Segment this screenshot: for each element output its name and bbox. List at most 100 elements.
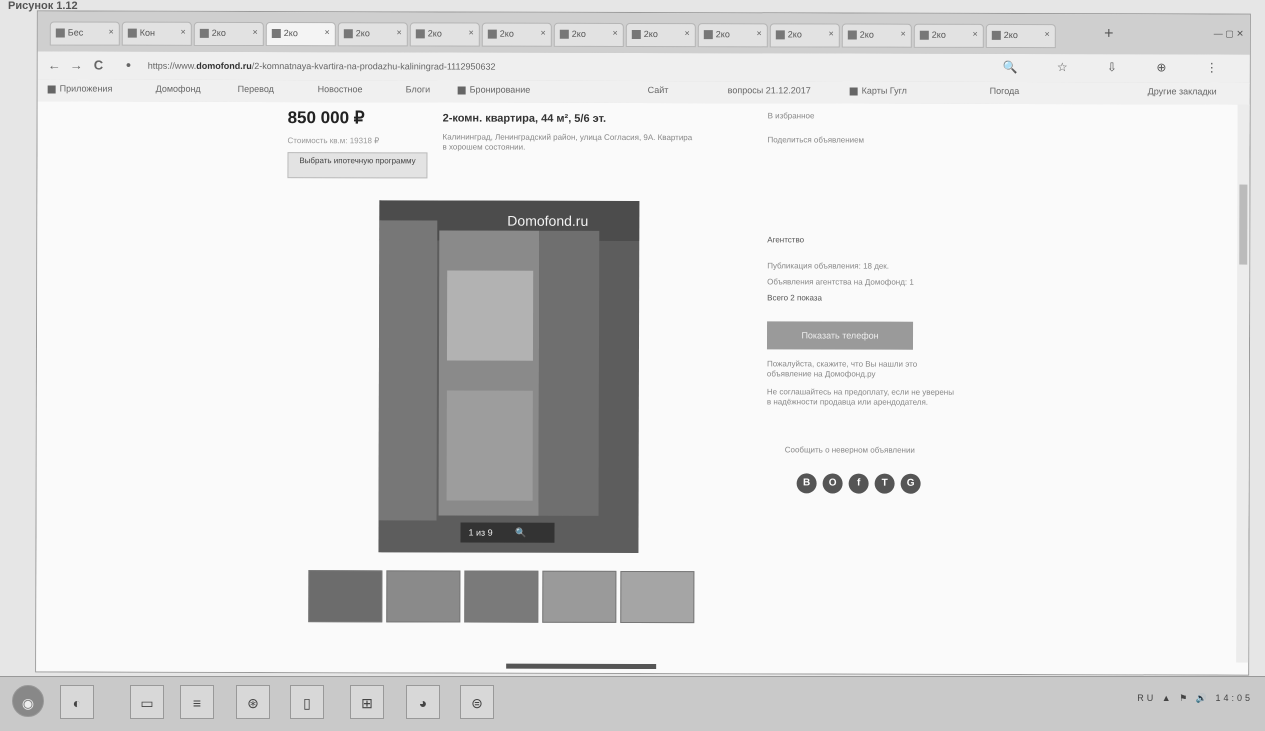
browser-tab[interactable]: 2ко× xyxy=(194,22,264,46)
bookmark-item[interactable]: Бронирование xyxy=(458,85,531,95)
browser-tab[interactable]: Бес× xyxy=(50,21,120,45)
address-bar-row: ← → C ● https://www.domofond.ru/2-komnat… xyxy=(38,51,1250,83)
favicon-icon xyxy=(128,29,137,38)
close-icon[interactable]: × xyxy=(613,28,618,38)
close-icon[interactable]: × xyxy=(901,29,906,39)
system-tray[interactable]: RU ▲ ⚑ 🔊 14:05 xyxy=(1137,693,1253,704)
listing-title: 2-комн. квартира, 44 м², 5/6 эт. xyxy=(443,112,607,124)
close-icon[interactable]: × xyxy=(181,27,186,37)
start-button[interactable]: ◉ xyxy=(12,685,44,717)
close-icon[interactable]: × xyxy=(253,27,258,37)
favicon-icon xyxy=(776,30,785,39)
contact-sidebar: В избранное Поделиться объявлением Агент… xyxy=(758,103,1018,104)
chrome-icon[interactable]: ◕ xyxy=(406,685,440,719)
scrollbar-thumb[interactable] xyxy=(1239,185,1247,265)
favicon-icon xyxy=(272,29,281,38)
close-icon[interactable]: × xyxy=(685,28,690,38)
browser-tab[interactable]: 2ко× xyxy=(698,23,768,47)
bookmark-item[interactable]: Погода xyxy=(990,86,1020,96)
bookmark-item[interactable]: Карты Гугл xyxy=(850,86,907,96)
vk-icon[interactable]: В xyxy=(797,473,817,493)
mortgage-button[interactable]: Выбрать ипотечную программу xyxy=(287,152,427,178)
bookmark-item[interactable]: Сайт xyxy=(648,85,669,95)
view-count: Всего 2 показа xyxy=(767,293,822,302)
browser-tab[interactable]: 2ко× xyxy=(554,23,624,47)
favicon-icon xyxy=(344,29,353,38)
bookmark-item[interactable]: Домофонд xyxy=(156,84,201,94)
bookmark-item[interactable]: вопросы 21.12.2017 xyxy=(728,85,811,95)
photo-watermark: Domofond.ru xyxy=(507,213,588,229)
favorites-link[interactable]: В избранное xyxy=(768,111,815,120)
favicon-icon xyxy=(56,28,65,37)
url-input[interactable]: https://www.domofond.ru/2-komnatnaya-kva… xyxy=(148,57,668,76)
report-listing-link[interactable]: Сообщить о неверном объявлении xyxy=(785,445,915,454)
toolbar-icons[interactable]: 🔍 ☆ ⇩ ⊕ ⋮ xyxy=(1003,60,1236,75)
google-icon[interactable]: G xyxy=(901,474,921,494)
owner-label: Агентство xyxy=(767,235,804,244)
other-listings-link[interactable]: Объявления агентства на Домофонд: 1 xyxy=(767,277,914,286)
back-button[interactable]: ← xyxy=(48,57,61,72)
photo-counter: 1 из 9 xyxy=(468,528,492,538)
photo-thumbnail[interactable] xyxy=(464,571,538,623)
bookmark-item[interactable]: Другие закладки xyxy=(1148,86,1217,96)
vertical-scrollbar[interactable] xyxy=(1236,105,1249,663)
browser-tab[interactable]: Кон× xyxy=(122,22,192,46)
browser-tab[interactable]: 2ко× xyxy=(410,22,480,46)
bookmark-item[interactable]: Приложения xyxy=(48,83,113,93)
favicon-icon xyxy=(416,29,425,38)
close-icon[interactable]: × xyxy=(469,28,474,38)
close-icon[interactable]: × xyxy=(109,27,114,37)
browser-window: Бес× Кон× 2ко× 2ко× 2ко× 2ко× 2ко× 2ко× … xyxy=(35,10,1251,675)
taskbar-app-icon[interactable]: ⊜ xyxy=(460,685,494,719)
taskbar-app-icon[interactable]: ▯ xyxy=(290,685,324,719)
share-link[interactable]: Поделиться объявлением xyxy=(768,135,865,144)
browser-tab[interactable]: 2ко× xyxy=(338,22,408,46)
show-phone-button[interactable]: Показать телефон xyxy=(767,321,913,349)
taskbar-app-icon[interactable]: ◐ xyxy=(60,685,94,719)
ok-icon[interactable]: О xyxy=(823,473,843,493)
secure-icon: ● xyxy=(126,60,131,70)
close-icon[interactable]: × xyxy=(757,28,762,38)
new-tab-button[interactable]: + xyxy=(1098,26,1120,44)
reload-button[interactable]: C xyxy=(94,58,103,73)
price-per-meter: Стоимость кв.м: 19318 ₽ xyxy=(288,136,380,145)
taskbar-app-icon[interactable]: ⊛ xyxy=(236,685,270,719)
browser-tab[interactable]: 2ко× xyxy=(482,23,552,47)
tab-strip: Бес× Кон× 2ко× 2ко× 2ко× 2ко× 2ко× 2ко× … xyxy=(38,11,1250,55)
taskbar: ◉ ◐ ▭ ≡ ⊛ ▯ ⊞ ◕ ⊜ RU ▲ ⚑ 🔊 14:05 xyxy=(0,676,1265,731)
close-icon[interactable]: × xyxy=(325,27,330,37)
browser-tab[interactable]: 2ко× xyxy=(842,24,912,48)
photo-thumbnail[interactable] xyxy=(542,571,616,623)
taskbar-app-icon[interactable]: ▭ xyxy=(130,685,164,719)
photo-thumbnail[interactable] xyxy=(620,571,694,623)
safety-note: Не соглашайтесь на предоплату, если не у… xyxy=(767,387,957,407)
close-icon[interactable]: × xyxy=(397,27,402,37)
bookmark-item[interactable]: Новостное xyxy=(318,84,363,94)
horizontal-scrollbar[interactable] xyxy=(506,664,656,669)
browser-tab[interactable]: 2ко× xyxy=(986,24,1056,48)
photo-thumbnail[interactable] xyxy=(308,570,382,622)
close-icon[interactable]: × xyxy=(541,28,546,38)
window-controls[interactable]: — ▢ ✕ xyxy=(1214,28,1244,39)
browser-tab[interactable]: 2ко× xyxy=(770,23,840,47)
zoom-icon[interactable]: 🔍 xyxy=(515,528,526,538)
photo-thumbnail[interactable] xyxy=(386,570,460,622)
page-content: 850 000 ₽ Стоимость кв.м: 19318 ₽ Выбрат… xyxy=(36,101,1249,674)
close-icon[interactable]: × xyxy=(1045,29,1050,39)
browser-tab[interactable]: 2ко× xyxy=(914,24,984,48)
favicon-icon xyxy=(704,30,713,39)
bookmark-item[interactable]: Блоги xyxy=(406,84,431,94)
facebook-icon[interactable]: f xyxy=(849,474,869,494)
bookmark-item[interactable]: Перевод xyxy=(238,84,274,94)
twitter-icon[interactable]: Т xyxy=(875,474,895,494)
browser-tab[interactable]: 2ко× xyxy=(626,23,696,47)
main-photo[interactable]: Domofond.ru 1 из 9 🔍 xyxy=(378,200,639,553)
taskbar-app-icon[interactable]: ≡ xyxy=(180,685,214,719)
taskbar-app-icon[interactable]: ⊞ xyxy=(350,685,384,719)
browser-tab-active[interactable]: 2ко× xyxy=(266,22,336,46)
close-icon[interactable]: × xyxy=(829,28,834,38)
forward-button[interactable]: → xyxy=(70,57,83,72)
published-date: Публикация объявления: 18 дек. xyxy=(767,261,889,270)
favicon-icon xyxy=(488,30,497,39)
close-icon[interactable]: × xyxy=(973,29,978,39)
